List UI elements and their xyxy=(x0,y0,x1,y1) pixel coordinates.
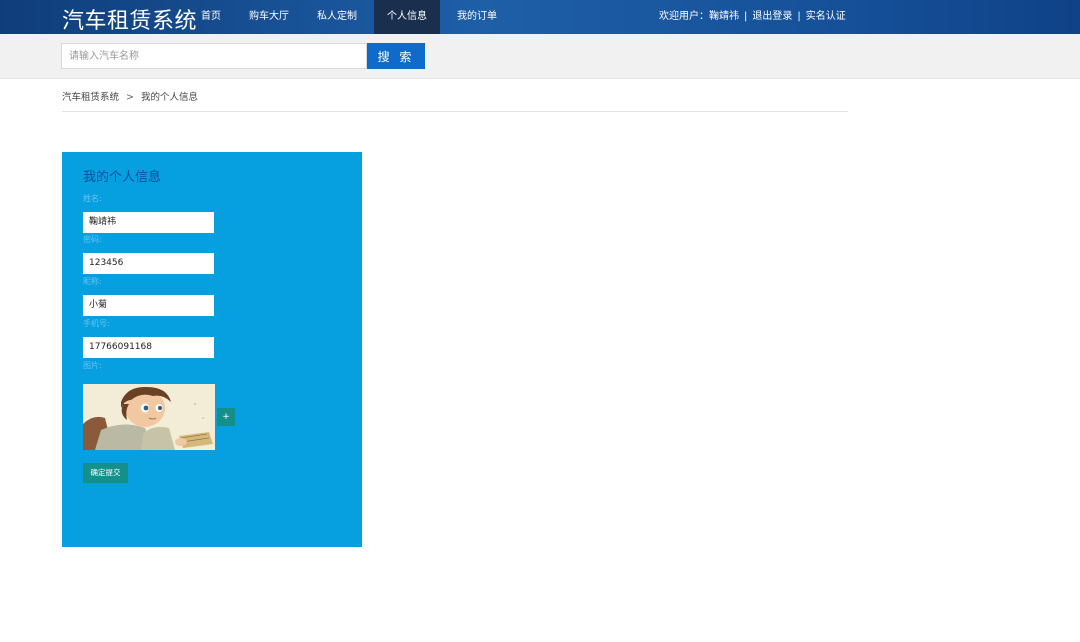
cartoon-boy-illustration xyxy=(83,384,215,450)
upload-photo-button[interactable]: + xyxy=(217,408,235,426)
name-field[interactable] xyxy=(83,212,214,233)
divider: | xyxy=(744,11,748,22)
breadcrumb: 汽车租赁系统 > 我的个人信息 xyxy=(62,89,198,103)
breadcrumb-current: 我的个人信息 xyxy=(140,92,198,103)
search-button[interactable]: 搜 索 xyxy=(367,43,425,69)
nickname-label: 昵称: xyxy=(83,277,102,286)
password-label: 密码: xyxy=(83,235,102,244)
logout-link[interactable]: 退出登录 xyxy=(752,11,792,22)
nav-home[interactable]: 首页 xyxy=(190,0,232,34)
phone-field[interactable] xyxy=(83,337,214,358)
user-area: 欢迎用户：鞠靖祎 | 退出登录 | 实名认证 xyxy=(659,0,846,34)
panel-title: 我的个人信息 xyxy=(83,170,162,185)
breadcrumb-home[interactable]: 汽车租赁系统 xyxy=(62,92,119,103)
main-nav: 首页 购车大厅 私人定制 个人信息 我的订单 xyxy=(190,0,508,34)
nav-car-hall[interactable]: 购车大厅 xyxy=(238,0,300,34)
submit-button[interactable]: 确定提交 xyxy=(83,463,128,483)
nav-orders[interactable]: 我的订单 xyxy=(446,0,508,34)
breadcrumb-separator: > xyxy=(126,92,134,103)
site-logo[interactable]: 汽车租赁系统 xyxy=(62,3,197,35)
avatar-image xyxy=(83,384,215,450)
password-field[interactable] xyxy=(83,253,214,274)
nav-custom[interactable]: 私人定制 xyxy=(306,0,368,34)
phone-label: 手机号: xyxy=(83,319,110,328)
verify-link[interactable]: 实名认证 xyxy=(806,11,846,22)
name-label: 姓名: xyxy=(83,194,102,203)
nickname-field[interactable] xyxy=(83,295,214,316)
divider-line xyxy=(62,111,848,112)
profile-panel: 我的个人信息 姓名: 密码: 昵称: 手机号: 图片: xyxy=(62,152,362,547)
top-navbar: 汽车租赁系统 首页 购车大厅 私人定制 个人信息 我的订单 欢迎用户：鞠靖祎 | 退… xyxy=(0,0,1080,34)
photo-label: 图片: xyxy=(83,361,102,370)
welcome-text: 欢迎用户：鞠靖祎 xyxy=(659,11,739,22)
nav-profile[interactable]: 个人信息 xyxy=(374,0,440,34)
search-bar: 搜 索 xyxy=(0,34,1080,79)
search-input[interactable] xyxy=(61,43,367,69)
divider: | xyxy=(797,11,801,22)
